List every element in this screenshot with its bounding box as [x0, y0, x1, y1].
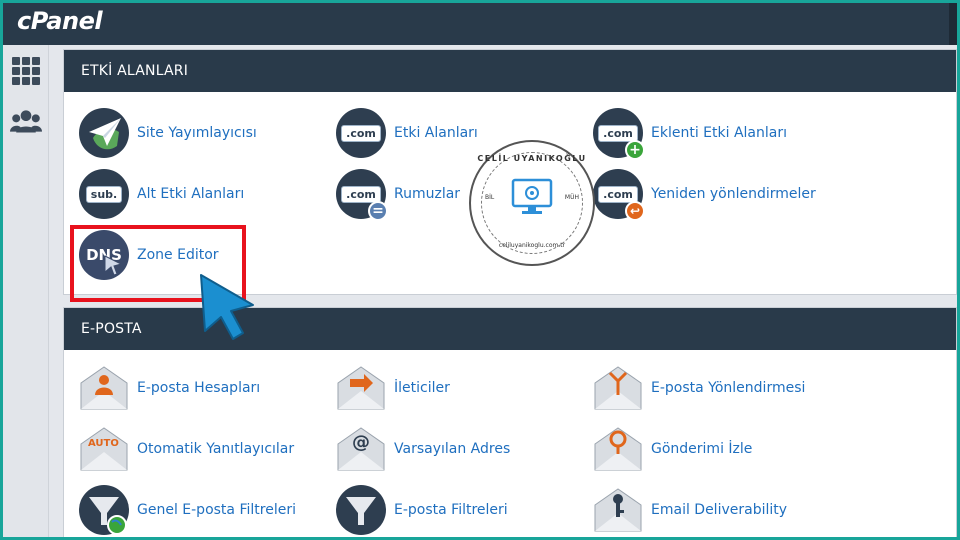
- email-deliverability-icon: [593, 485, 643, 535]
- track-delivery-icon: [593, 424, 643, 474]
- email-routing-icon: [593, 363, 643, 413]
- autoresponders-icon: AUTO: [79, 424, 129, 474]
- domains-icon: .com: [336, 108, 386, 158]
- aliases-item[interactable]: .com = Rumuzlar: [336, 169, 461, 221]
- domains-item[interactable]: .com Etki Alanları: [336, 108, 478, 158]
- sidebar: [3, 45, 49, 537]
- users-icon[interactable]: [10, 105, 42, 137]
- section-title-domains[interactable]: ETKİ ALANLARI: [64, 50, 956, 92]
- apps-grid-icon[interactable]: [10, 55, 42, 87]
- cpanel-logo[interactable]: cPanel: [17, 7, 103, 35]
- site-publisher-item[interactable]: Site Yayımlayıcısı: [79, 108, 257, 158]
- default-address-icon: @: [336, 424, 386, 474]
- global-email-filters-item[interactable]: Genel E-posta Filtreleri: [79, 485, 296, 535]
- item-label: E-posta Filtreleri: [394, 502, 508, 518]
- email-accounts-icon: [79, 363, 129, 413]
- item-label: Gönderimi İzle: [651, 441, 753, 457]
- item-label: Site Yayımlayıcısı: [137, 125, 257, 141]
- item-label: Alt Etki Alanları: [137, 186, 245, 202]
- forwarders-item[interactable]: İleticiler: [336, 363, 450, 413]
- redirects-item[interactable]: .com ↩ Yeniden yönlendirmeler: [593, 169, 816, 221]
- email-deliverability-item[interactable]: Email Deliverability: [593, 485, 787, 535]
- site-publisher-icon: [79, 108, 129, 158]
- item-label: Yeniden yönlendirmeler: [651, 186, 816, 202]
- global-email-filters-icon: [79, 485, 129, 535]
- topbar-edge: [949, 3, 957, 45]
- forwarders-icon: [336, 363, 386, 413]
- email-accounts-item[interactable]: E-posta Hesapları: [79, 363, 260, 413]
- item-label: E-posta Yönlendirmesi: [651, 380, 806, 396]
- item-label: Etki Alanları: [394, 125, 478, 141]
- item-label: E-posta Hesapları: [137, 380, 261, 396]
- domains-section: ETKİ ALANLARI Site Yayımlayıcısı .com Et…: [63, 49, 957, 302]
- addon-domains-item[interactable]: .com + Eklenti Etki Alanları: [593, 108, 787, 160]
- main-content: ETKİ ALANLARI Site Yayımlayıcısı .com Et…: [63, 45, 957, 537]
- annotation-cursor-icon: [200, 274, 254, 340]
- email-section: E-POSTA E-posta Hesapları İleticiler E-p…: [63, 307, 957, 537]
- top-bar: cPanel: [3, 3, 957, 45]
- aliases-icon: .com =: [336, 169, 388, 221]
- subdomains-icon: sub.: [79, 169, 129, 219]
- equals-icon: =: [368, 201, 388, 221]
- item-label: İleticiler: [394, 380, 450, 396]
- track-delivery-item[interactable]: Gönderimi İzle: [593, 424, 752, 474]
- item-label: Otomatik Yanıtlayıcılar: [137, 441, 295, 457]
- subdomains-item[interactable]: sub. Alt Etki Alanları: [79, 169, 244, 219]
- redirect-arrow-icon: ↩: [625, 201, 645, 221]
- watermark-stamp: CELİL UYANIKOĞLU BİL MÜH celiluyanikoglu…: [469, 140, 595, 266]
- screenshot-frame: cPanel ETKİ ALANLARI Site Yayımlayıcısı …: [3, 3, 957, 537]
- redirects-icon: .com ↩: [593, 169, 645, 221]
- email-filters-icon: [336, 485, 386, 535]
- email-routing-item[interactable]: E-posta Yönlendirmesi: [593, 363, 805, 413]
- addon-domains-icon: .com +: [593, 108, 645, 160]
- monitor-gear-icon: [511, 178, 553, 214]
- item-label: Varsayılan Adres: [394, 441, 511, 457]
- item-label: Eklenti Etki Alanları: [651, 125, 787, 141]
- item-label: Email Deliverability: [651, 502, 788, 518]
- autoresponders-item[interactable]: AUTO Otomatik Yanıtlayıcılar: [79, 424, 294, 474]
- email-filters-item[interactable]: E-posta Filtreleri: [336, 485, 508, 535]
- item-label: Rumuzlar: [394, 186, 461, 202]
- item-label: Genel E-posta Filtreleri: [137, 502, 296, 518]
- plus-icon: +: [625, 140, 645, 160]
- default-address-item[interactable]: @ Varsayılan Adres: [336, 424, 510, 474]
